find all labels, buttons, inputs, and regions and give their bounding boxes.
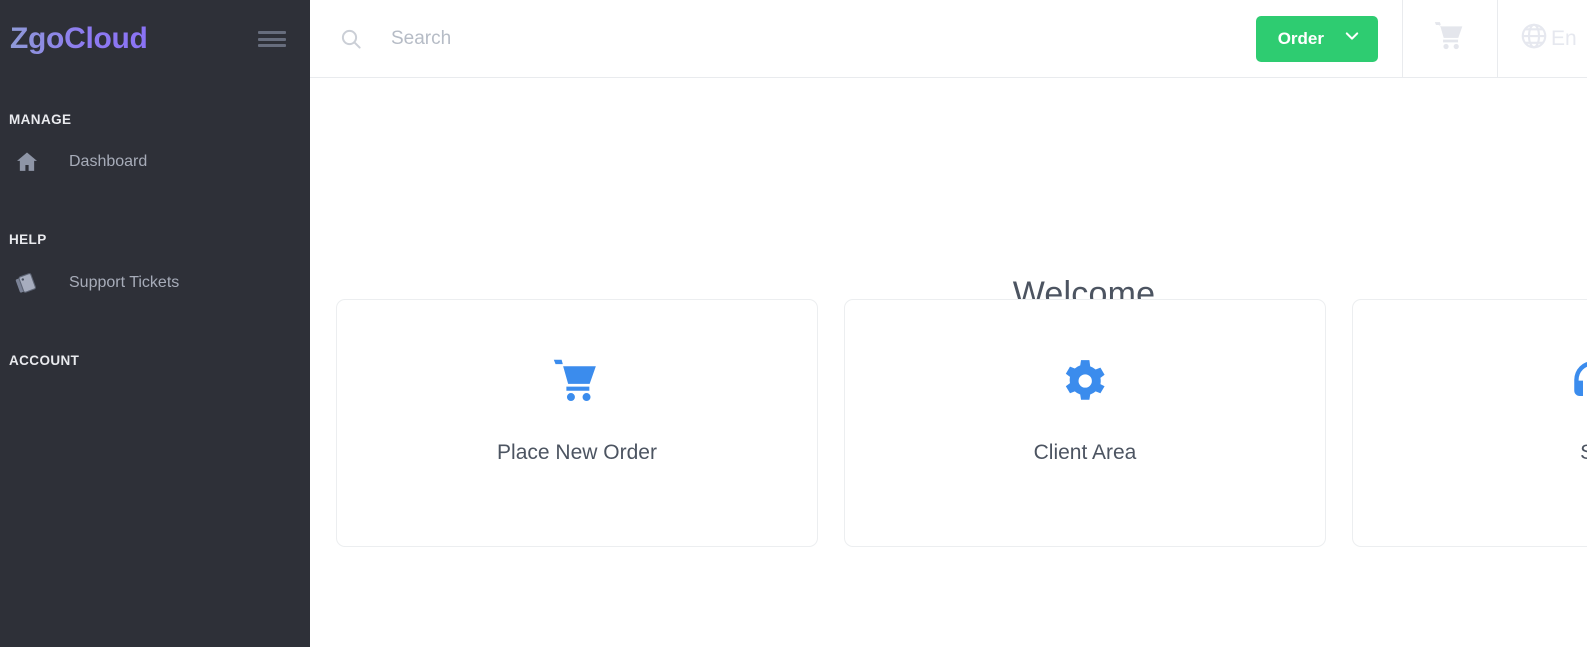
app-root: ZgoCloud MANAGE Dashboard HELP Support T… [0,0,1587,647]
sidebar-item-dashboard[interactable]: Dashboard [0,142,310,182]
card-label: Place New Order [497,441,657,464]
sidebar: ZgoCloud MANAGE Dashboard HELP Support T… [0,0,310,647]
sidebar-section-help: HELP [9,232,47,247]
quick-action-cards: Place New Order Client Area [336,299,1587,547]
order-button-label: Order [1277,28,1324,48]
order-button-container: Order [1255,0,1402,77]
sidebar-section-account: ACCOUNT [9,353,80,368]
sidebar-item-label: Dashboard [69,153,148,170]
search-input[interactable] [391,16,1011,61]
sidebar-item-label: Support Tickets [69,274,180,291]
gear-icon [1060,355,1110,407]
brand-logo[interactable]: ZgoCloud [8,22,148,56]
card-label: Client Area [1033,441,1137,464]
search-icon [339,27,363,51]
chevron-down-icon [1343,27,1361,50]
search-container [310,0,1256,77]
card-support[interactable]: Su [1352,299,1587,547]
shopping-cart-icon [551,355,603,407]
hamburger-icon[interactable] [258,29,286,49]
language-label: En [1551,26,1577,50]
globe-icon [1519,21,1549,56]
card-client-area[interactable]: Client Area [844,299,1326,547]
shopping-cart-icon [1433,19,1467,58]
support-icon [1568,355,1587,407]
cart-button[interactable] [1402,0,1497,77]
sidebar-item-support-tickets[interactable]: Support Tickets [0,263,310,303]
order-button[interactable]: Order [1255,15,1378,62]
topbar: Order [310,0,1587,78]
card-place-new-order[interactable]: Place New Order [336,299,818,547]
home-icon [0,149,46,175]
ticket-icon [0,270,46,296]
card-label: Su [1580,441,1587,465]
language-selector[interactable]: En [1497,0,1587,77]
sidebar-section-manage: MANAGE [9,112,72,127]
content-area: Welcome Place New Order Client Area [310,78,1587,647]
main-area: Order [310,0,1587,647]
sidebar-header: ZgoCloud [0,0,310,78]
